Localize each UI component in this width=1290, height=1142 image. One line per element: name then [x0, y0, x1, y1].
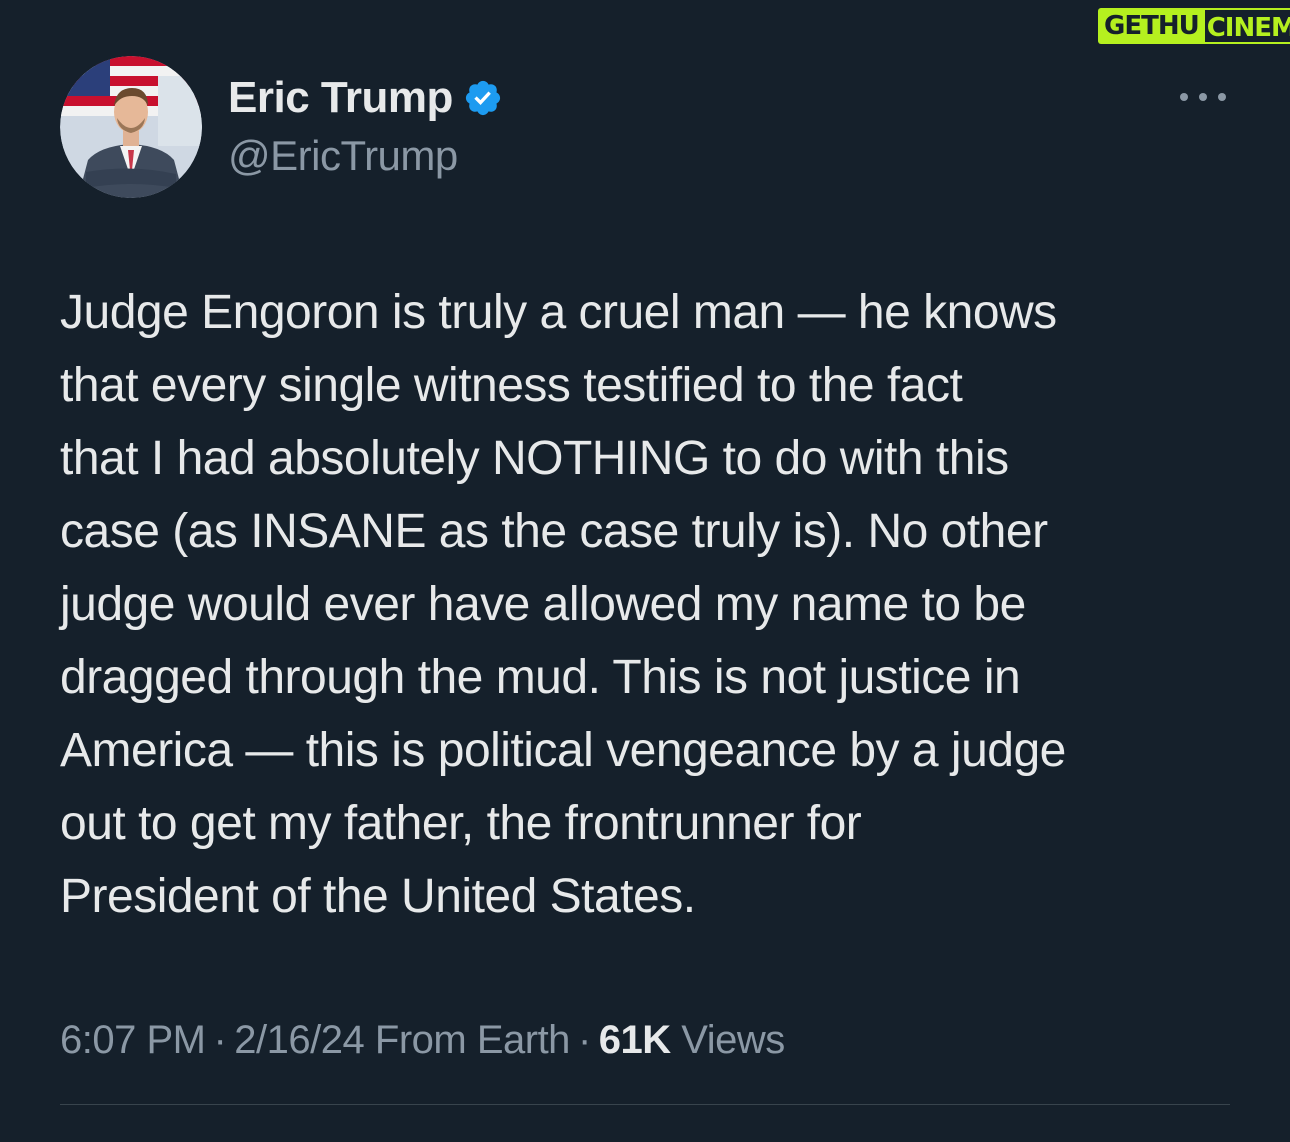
tweet-text-line: dragged through the mud. This is not jus… — [60, 651, 1021, 704]
views-count[interactable]: 61K — [599, 1018, 671, 1062]
tweet-meta: 6:07 PM · 2/16/24 From Earth · 61K Views — [60, 1012, 785, 1068]
more-options-icon[interactable] — [1176, 84, 1230, 110]
author-handle[interactable]: @EricTrump — [228, 132, 458, 180]
tweet-text-line: judge would ever have allowed my name to… — [60, 578, 1026, 631]
watermark-text-left: GETHU — [1098, 8, 1205, 44]
watermark-text-right: CINEMA — [1204, 8, 1290, 44]
avatar-image — [60, 56, 202, 198]
views-label: Views — [681, 1018, 785, 1062]
meta-separator: · — [213, 1018, 227, 1062]
verified-badge-icon — [465, 80, 500, 116]
tweet-text-line: out to get my father, the frontrunner fo… — [60, 797, 862, 850]
tweet-date[interactable]: 2/16/24 — [234, 1018, 364, 1062]
meta-separator: · — [577, 1018, 591, 1062]
tweet-text: Judge Engoron is truly a cruel man — he … — [60, 276, 1240, 933]
tweet-text-line: President of the United States. — [60, 870, 696, 923]
tweet-text-line: America — this is political vengeance by… — [60, 724, 1066, 777]
tweet-text-line: that I had absolutely NOTHING to do with… — [60, 432, 1009, 485]
avatar[interactable] — [60, 56, 202, 198]
tweet-text-line: case (as INSANE as the case truly is). N… — [60, 505, 1048, 558]
tweet-text-line: that every single witness testified to t… — [60, 359, 963, 412]
watermark-logo: GETHU CINEMA — [1098, 8, 1290, 44]
tweet-source: From Earth — [374, 1018, 571, 1062]
author-name-row: Eric Trump — [228, 70, 503, 126]
display-name[interactable]: Eric Trump — [228, 73, 453, 123]
divider — [60, 1104, 1230, 1105]
tweet-text-line: Judge Engoron is truly a cruel man — he … — [60, 286, 1057, 339]
tweet-time[interactable]: 6:07 PM — [60, 1018, 206, 1062]
